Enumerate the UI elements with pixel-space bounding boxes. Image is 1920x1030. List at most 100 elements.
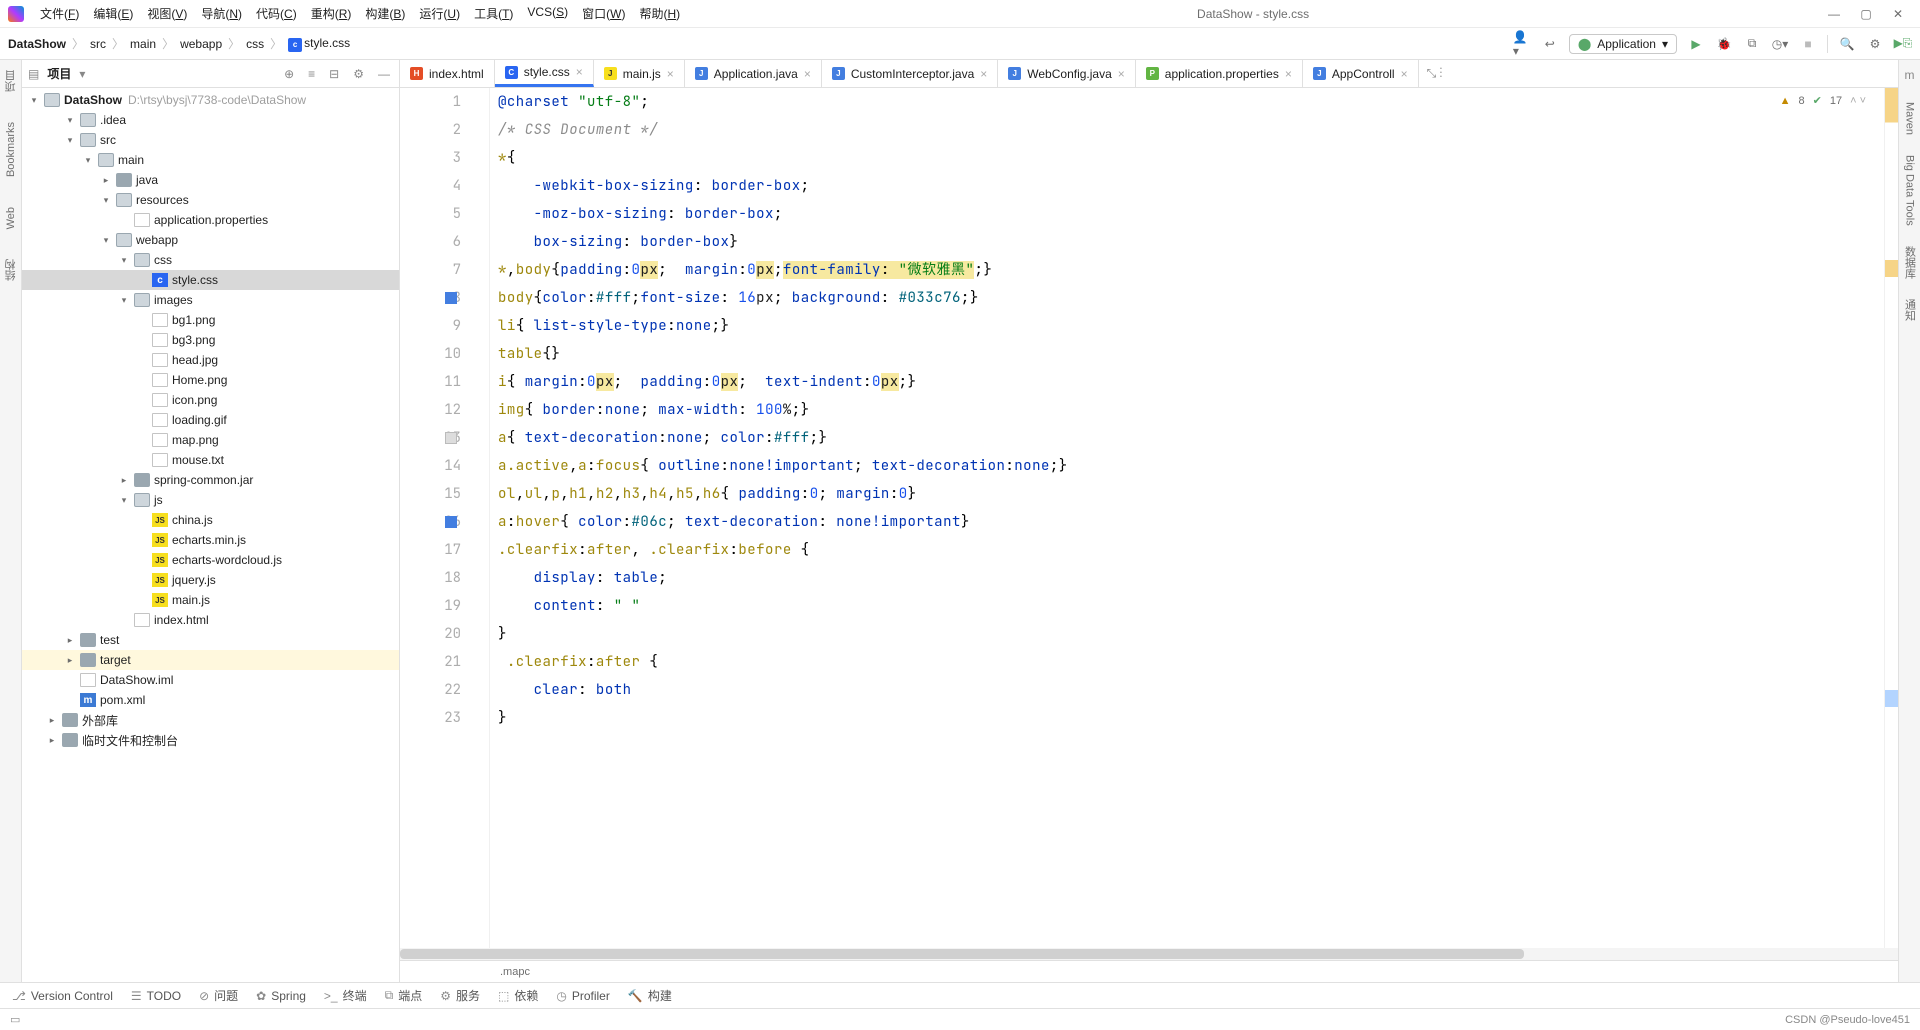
line-number[interactable]: 11 bbox=[400, 368, 461, 396]
line-number[interactable]: 20 bbox=[400, 620, 461, 648]
line-number[interactable]: 22 bbox=[400, 676, 461, 704]
code-line[interactable]: /* CSS Document */ bbox=[498, 116, 1884, 144]
tree-item-webapp[interactable]: ▾webapp bbox=[22, 230, 399, 250]
stop-button[interactable]: ■ bbox=[1799, 35, 1817, 53]
left-rail-bookmarks[interactable]: Bookmarks bbox=[5, 122, 17, 177]
tree-item-src[interactable]: ▾src bbox=[22, 130, 399, 150]
code-line[interactable]: box-sizing: border-box} bbox=[498, 228, 1884, 256]
run-button[interactable]: ▶ bbox=[1687, 35, 1705, 53]
project-view-dropdown[interactable]: ▾ bbox=[79, 67, 85, 81]
tool-端点[interactable]: ⧉端点 bbox=[385, 987, 423, 1004]
tree-item-js[interactable]: ▾js bbox=[22, 490, 399, 510]
tree-twistie[interactable]: ▸ bbox=[100, 175, 112, 186]
editor-breadcrumb[interactable]: .mapc bbox=[500, 966, 530, 978]
line-number[interactable]: 12 bbox=[400, 396, 461, 424]
code-line[interactable]: *{ bbox=[498, 144, 1884, 172]
code-line[interactable]: -webkit-box-sizing: border-box; bbox=[498, 172, 1884, 200]
breadcrumb-5[interactable]: cstyle.css bbox=[288, 36, 350, 52]
profile-button[interactable]: ◷▾ bbox=[1771, 35, 1789, 53]
tree-item-index.html[interactable]: index.html bbox=[22, 610, 399, 630]
tab-close-icon[interactable]: × bbox=[576, 65, 583, 79]
tree-item-jquery.js[interactable]: JSjquery.js bbox=[22, 570, 399, 590]
tree-item-main.js[interactable]: JSmain.js bbox=[22, 590, 399, 610]
menu-3[interactable]: 导航(N) bbox=[195, 2, 248, 25]
menu-7[interactable]: 运行(U) bbox=[413, 2, 466, 25]
tool-依赖[interactable]: ⬚依赖 bbox=[498, 987, 538, 1004]
tab-style.css[interactable]: Cstyle.css× bbox=[495, 60, 594, 87]
tab-close-icon[interactable]: × bbox=[1285, 67, 1292, 81]
menu-6[interactable]: 构建(B) bbox=[359, 2, 411, 25]
tab-main.js[interactable]: Jmain.js× bbox=[594, 60, 685, 87]
line-number[interactable]: 7 bbox=[400, 256, 461, 284]
tree-item-外部库[interactable]: ▸外部库 bbox=[22, 710, 399, 730]
tab-close-icon[interactable]: × bbox=[980, 67, 987, 81]
line-number[interactable]: 1 bbox=[400, 88, 461, 116]
code-line[interactable]: table{} bbox=[498, 340, 1884, 368]
sync-icon[interactable]: ↩ bbox=[1541, 35, 1559, 53]
tree-item-application.properties[interactable]: application.properties bbox=[22, 210, 399, 230]
debug-button[interactable]: 🐞 bbox=[1715, 35, 1733, 53]
tree-item-icon.png[interactable]: icon.png bbox=[22, 390, 399, 410]
line-number[interactable]: 13 bbox=[400, 424, 461, 452]
tree-twistie[interactable]: ▸ bbox=[64, 655, 76, 666]
select-opened-file-icon[interactable]: ⊕ bbox=[281, 67, 297, 81]
code-line[interactable]: a.active,a:focus{ outline:none!important… bbox=[498, 452, 1884, 480]
expand-all-icon[interactable]: ≡ bbox=[305, 67, 318, 81]
code-line[interactable]: a{ text-decoration:none; color:#fff;} bbox=[498, 424, 1884, 452]
code-line[interactable]: li{ list-style-type:none;} bbox=[498, 312, 1884, 340]
right-rail-Big Data Tools[interactable]: Big Data Tools bbox=[1904, 155, 1916, 226]
right-rail-通知[interactable]: 通知 bbox=[1902, 299, 1918, 321]
coverage-button[interactable]: ⧉ bbox=[1743, 35, 1761, 53]
tool-Profiler[interactable]: ◷Profiler bbox=[556, 989, 610, 1003]
tree-item-images[interactable]: ▾images bbox=[22, 290, 399, 310]
line-number[interactable]: 2 bbox=[400, 116, 461, 144]
code-line[interactable]: ol,ul,p,h1,h2,h3,h4,h5,h6{ padding:0; ma… bbox=[498, 480, 1884, 508]
hide-panel-icon[interactable]: — bbox=[375, 67, 393, 81]
menu-2[interactable]: 视图(V) bbox=[141, 2, 193, 25]
tool-Spring[interactable]: ✿Spring bbox=[256, 989, 306, 1003]
inspection-widget[interactable]: ▲8 ✔17 ˄ ˅ bbox=[1776, 92, 1870, 109]
left-rail-项目[interactable]: 项目 bbox=[3, 70, 19, 92]
code-line[interactable]: -moz-box-sizing: border-box; bbox=[498, 200, 1884, 228]
tree-item-css[interactable]: ▾css bbox=[22, 250, 399, 270]
code-line[interactable]: .clearfix:after { bbox=[498, 648, 1884, 676]
tree-item-loading.gif[interactable]: loading.gif bbox=[22, 410, 399, 430]
line-number[interactable]: 6 bbox=[400, 228, 461, 256]
menu-9[interactable]: VCS(S) bbox=[521, 2, 574, 25]
tree-item-java[interactable]: ▸java bbox=[22, 170, 399, 190]
gutter-mark[interactable] bbox=[445, 292, 457, 304]
line-number[interactable]: 8 bbox=[400, 284, 461, 312]
collapse-all-icon[interactable]: ⊟ bbox=[326, 67, 342, 81]
status-hint-icon[interactable]: ▭ bbox=[10, 1013, 20, 1026]
tree-item-.idea[interactable]: ▾.idea bbox=[22, 110, 399, 130]
breadcrumb-4[interactable]: css bbox=[246, 37, 264, 51]
tool-服务[interactable]: ⚙服务 bbox=[440, 987, 480, 1004]
line-number[interactable]: 10 bbox=[400, 340, 461, 368]
tab-WebConfig.java[interactable]: JWebConfig.java× bbox=[998, 60, 1136, 87]
menu-0[interactable]: 文件(F) bbox=[34, 2, 85, 25]
tree-twistie[interactable]: ▾ bbox=[64, 115, 76, 126]
breadcrumb-2[interactable]: main bbox=[130, 37, 156, 51]
tree-item-bg3.png[interactable]: bg3.png bbox=[22, 330, 399, 350]
tree-item-Home.png[interactable]: Home.png bbox=[22, 370, 399, 390]
code-line[interactable]: } bbox=[498, 704, 1884, 732]
menu-8[interactable]: 工具(T) bbox=[468, 2, 519, 25]
search-everywhere-icon[interactable]: 🔍 bbox=[1838, 35, 1856, 53]
tool-Version Control[interactable]: ⎇Version Control bbox=[12, 989, 113, 1003]
line-number[interactable]: 23 bbox=[400, 704, 461, 732]
line-number[interactable]: 5 bbox=[400, 200, 461, 228]
tree-twistie[interactable]: ▾ bbox=[100, 235, 112, 246]
minimize-button[interactable]: — bbox=[1820, 4, 1848, 24]
run-config-selector[interactable]: ⬤Application▾ bbox=[1569, 34, 1677, 54]
close-button[interactable]: ✕ bbox=[1884, 4, 1912, 24]
left-rail-结构[interactable]: 结构 bbox=[3, 259, 19, 281]
tab-close-icon[interactable]: × bbox=[804, 67, 811, 81]
settings-icon[interactable]: ⚙ bbox=[1866, 35, 1884, 53]
tree-twistie[interactable]: ▾ bbox=[100, 195, 112, 206]
breadcrumb-1[interactable]: src bbox=[90, 37, 106, 51]
error-stripe[interactable] bbox=[1884, 88, 1898, 948]
line-number[interactable]: 16 bbox=[400, 508, 461, 536]
tree-twistie[interactable]: ▾ bbox=[28, 95, 40, 106]
tab-close-icon[interactable]: × bbox=[1401, 67, 1408, 81]
panel-settings-icon[interactable]: ⚙ bbox=[350, 67, 367, 81]
